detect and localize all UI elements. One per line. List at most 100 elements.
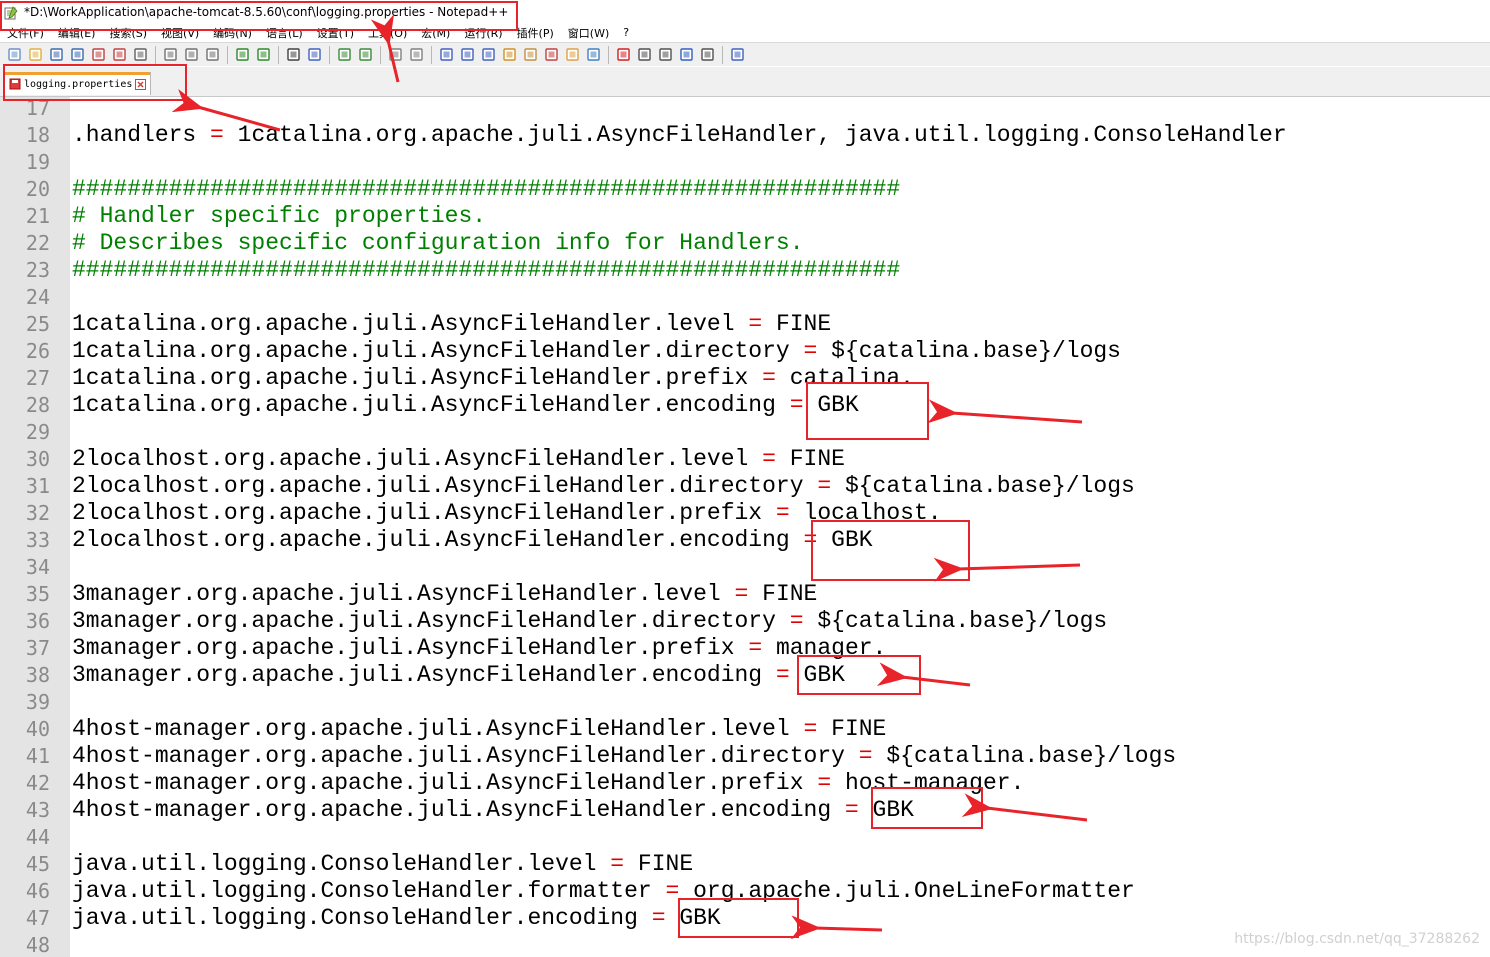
code-line[interactable]: 40 4host-manager.org.apache.juli.AsyncFil… bbox=[0, 716, 1490, 743]
code-line[interactable]: 30 2localhost.org.apache.juli.AsyncFileHa… bbox=[0, 446, 1490, 473]
code-line[interactable]: 43 4host-manager.org.apache.juli.AsyncFil… bbox=[0, 797, 1490, 824]
code-line[interactable]: 28 1catalina.org.apache.juli.AsyncFileHan… bbox=[0, 392, 1490, 419]
menu-item-11[interactable]: 窗口(W) bbox=[561, 25, 616, 41]
editor-area[interactable]: 17 18 .handlers = 1catalina.org.apache.jul… bbox=[0, 97, 1490, 957]
new-file-icon[interactable] bbox=[6, 46, 23, 63]
monitor-icon[interactable] bbox=[585, 46, 602, 63]
toolbar-separator bbox=[227, 45, 228, 64]
code-line[interactable]: 27 1catalina.org.apache.juli.AsyncFileHan… bbox=[0, 365, 1490, 392]
sync-v-icon[interactable] bbox=[387, 46, 404, 63]
equals-operator: = bbox=[775, 608, 818, 634]
code-line[interactable]: 31 2localhost.org.apache.juli.AsyncFileHa… bbox=[0, 473, 1490, 500]
comment-text: # Handler specific properties. bbox=[72, 203, 487, 229]
undo-icon[interactable] bbox=[234, 46, 251, 63]
code-text: 4host-manager.org.apache.juli.AsyncFileH… bbox=[72, 716, 886, 743]
sync-h-icon[interactable] bbox=[408, 46, 425, 63]
close-all-icon[interactable] bbox=[111, 46, 128, 63]
line-number: 18 bbox=[25, 123, 50, 147]
copy-icon[interactable] bbox=[183, 46, 200, 63]
property-key: 2localhost.org.apache.juli.AsyncFileHand… bbox=[72, 500, 763, 526]
code-text: java.util.logging.ConsoleHandler.encodin… bbox=[72, 905, 721, 932]
close-icon[interactable] bbox=[90, 46, 107, 63]
equals-operator: = bbox=[720, 581, 763, 607]
code-line[interactable]: 24 bbox=[0, 284, 1490, 311]
zoom-in-icon[interactable] bbox=[336, 46, 353, 63]
code-text: java.util.logging.ConsoleHandler.formatt… bbox=[72, 878, 1135, 905]
print-icon[interactable] bbox=[132, 46, 149, 63]
code-text: ########################################… bbox=[72, 257, 900, 284]
cut-icon[interactable] bbox=[162, 46, 179, 63]
spellcheck-icon[interactable] bbox=[729, 46, 746, 63]
record-macro-icon[interactable] bbox=[615, 46, 632, 63]
code-text: .handlers = 1catalina.org.apache.juli.As… bbox=[72, 122, 1287, 149]
redo-icon[interactable] bbox=[255, 46, 272, 63]
equals-operator: = bbox=[734, 311, 776, 337]
find-icon[interactable] bbox=[285, 46, 302, 63]
udl-icon[interactable] bbox=[501, 46, 518, 63]
equals-operator: = bbox=[762, 500, 804, 526]
toolbar-separator bbox=[380, 45, 381, 64]
toolbar-separator bbox=[278, 45, 279, 64]
property-key: 4host-manager.org.apache.juli.AsyncFileH… bbox=[72, 797, 832, 823]
line-number: 43 bbox=[25, 798, 50, 822]
code-line[interactable]: 20 ######################################… bbox=[0, 176, 1490, 203]
code-line[interactable]: 26 1catalina.org.apache.juli.AsyncFileHan… bbox=[0, 338, 1490, 365]
code-text: ########################################… bbox=[72, 176, 900, 203]
property-value: FINE bbox=[762, 581, 818, 607]
code-line[interactable]: 17 bbox=[0, 97, 1490, 122]
code-line[interactable]: 22 # Describes specific configuration inf… bbox=[0, 230, 1490, 257]
save-all-icon[interactable] bbox=[69, 46, 86, 63]
property-key: 3manager.org.apache.juli.AsyncFileHandle… bbox=[72, 635, 735, 661]
replace-icon[interactable] bbox=[306, 46, 323, 63]
code-text: java.util.logging.ConsoleHandler.level =… bbox=[72, 851, 693, 878]
function-list-icon[interactable] bbox=[543, 46, 560, 63]
paste-icon[interactable] bbox=[204, 46, 221, 63]
save-icon[interactable] bbox=[48, 46, 65, 63]
code-line[interactable]: 21 # Handler specific properties. bbox=[0, 203, 1490, 230]
code-line[interactable]: 32 2localhost.org.apache.juli.AsyncFileHa… bbox=[0, 500, 1490, 527]
save-macro-icon[interactable] bbox=[699, 46, 716, 63]
code-line[interactable]: 38 3manager.org.apache.juli.AsyncFileHand… bbox=[0, 662, 1490, 689]
property-key: .handlers bbox=[72, 122, 197, 148]
doc-map-icon[interactable] bbox=[522, 46, 539, 63]
show-all-chars-icon[interactable] bbox=[459, 46, 476, 63]
code-line[interactable]: 37 3manager.org.apache.juli.AsyncFileHand… bbox=[0, 635, 1490, 662]
code-line[interactable]: 39 bbox=[0, 689, 1490, 716]
stop-macro-icon[interactable] bbox=[636, 46, 653, 63]
code-text: 2localhost.org.apache.juli.AsyncFileHand… bbox=[72, 473, 1135, 500]
code-text: 2localhost.org.apache.juli.AsyncFileHand… bbox=[72, 446, 845, 473]
code-line[interactable]: 25 1catalina.org.apache.juli.AsyncFileHan… bbox=[0, 311, 1490, 338]
property-key: 2localhost.org.apache.juli.AsyncFileHand… bbox=[72, 473, 804, 499]
property-key: 1catalina.org.apache.juli.AsyncFileHandl… bbox=[72, 392, 776, 418]
code-line[interactable]: 45 java.util.logging.ConsoleHandler.level… bbox=[0, 851, 1490, 878]
toolbar-separator bbox=[431, 45, 432, 64]
code-line[interactable]: 18 .handlers = 1catalina.org.apache.juli.… bbox=[0, 122, 1490, 149]
open-file-icon[interactable] bbox=[27, 46, 44, 63]
equals-operator: = bbox=[844, 743, 887, 769]
word-wrap-icon[interactable] bbox=[438, 46, 455, 63]
property-value: FINE bbox=[775, 311, 832, 337]
zoom-out-icon[interactable] bbox=[357, 46, 374, 63]
code-line[interactable]: 35 3manager.org.apache.juli.AsyncFileHand… bbox=[0, 581, 1490, 608]
line-number: 31 bbox=[25, 474, 50, 498]
code-line[interactable]: 33 2localhost.org.apache.juli.AsyncFileHa… bbox=[0, 527, 1490, 554]
code-line[interactable]: 34 bbox=[0, 554, 1490, 581]
code-text: 3manager.org.apache.juli.AsyncFileHandle… bbox=[72, 662, 845, 689]
code-line[interactable]: 29 bbox=[0, 419, 1490, 446]
play-macro-icon[interactable] bbox=[657, 46, 674, 63]
code-line[interactable]: 36 3manager.org.apache.juli.AsyncFileHand… bbox=[0, 608, 1490, 635]
code-text: # Handler specific properties. bbox=[72, 203, 486, 230]
run-macro-multiple-icon[interactable] bbox=[678, 46, 695, 63]
toolbar-separator bbox=[155, 45, 156, 64]
folder-workspace-icon[interactable] bbox=[564, 46, 581, 63]
code-line[interactable]: 42 4host-manager.org.apache.juli.AsyncFil… bbox=[0, 770, 1490, 797]
line-number: 27 bbox=[25, 366, 50, 390]
code-line[interactable]: 19 bbox=[0, 149, 1490, 176]
code-line[interactable]: 41 4host-manager.org.apache.juli.AsyncFil… bbox=[0, 743, 1490, 770]
indent-guide-icon[interactable] bbox=[480, 46, 497, 63]
line-number: 42 bbox=[25, 771, 50, 795]
code-line[interactable]: 23 ######################################… bbox=[0, 257, 1490, 284]
property-value: 1catalina.org.apache.juli.AsyncFileHandl… bbox=[237, 122, 1287, 148]
code-line[interactable]: 44 bbox=[0, 824, 1490, 851]
menu-item-12[interactable]: ? bbox=[616, 26, 636, 39]
